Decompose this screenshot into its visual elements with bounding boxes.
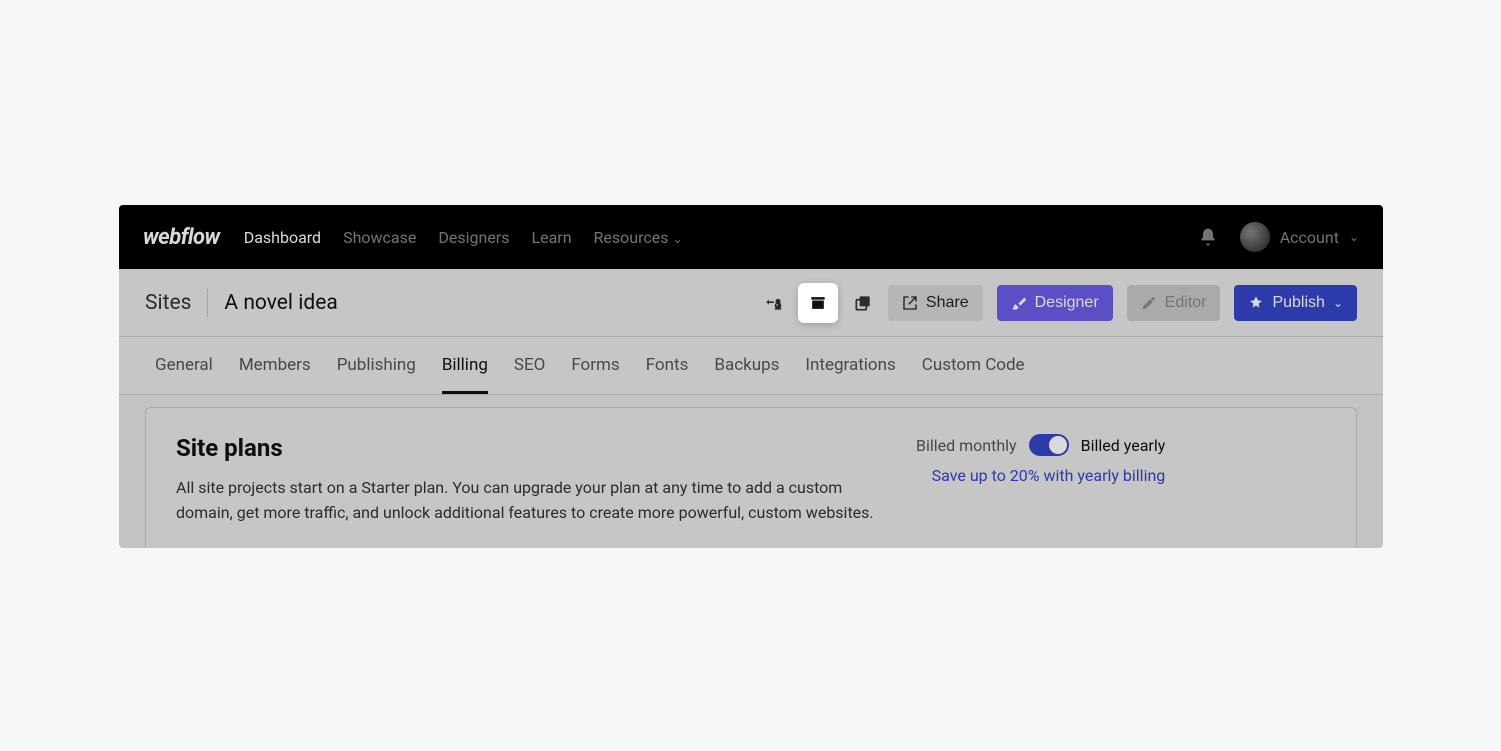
account-label: Account bbox=[1280, 228, 1339, 247]
tab-publishing[interactable]: Publishing bbox=[337, 355, 416, 394]
settings-tabs: General Members Publishing Billing SEO F… bbox=[119, 337, 1383, 395]
nav-dashboard[interactable]: Dashboard bbox=[244, 228, 321, 247]
billed-yearly-label: Billed yearly bbox=[1081, 436, 1166, 455]
nav-resources-label: Resources bbox=[594, 228, 669, 247]
nav-designers[interactable]: Designers bbox=[438, 228, 509, 247]
tab-backups[interactable]: Backups bbox=[714, 355, 779, 394]
publish-button[interactable]: Publish ⌄ bbox=[1234, 285, 1357, 321]
tab-fonts[interactable]: Fonts bbox=[646, 355, 689, 394]
billing-cycle-toggle-row: Billed monthly Billed yearly bbox=[916, 434, 1165, 456]
tab-seo[interactable]: SEO bbox=[514, 355, 545, 394]
tab-forms[interactable]: Forms bbox=[571, 355, 619, 394]
nav-showcase[interactable]: Showcase bbox=[343, 228, 416, 247]
share-icon bbox=[902, 295, 918, 311]
tab-custom-code[interactable]: Custom Code bbox=[922, 355, 1025, 394]
chevron-down-icon: ⌄ bbox=[672, 232, 682, 246]
webflow-logo[interactable]: webflow bbox=[143, 225, 220, 250]
chevron-down-icon: ⌄ bbox=[1333, 296, 1343, 310]
page-title: A novel idea bbox=[224, 291, 337, 315]
duplicate-icon[interactable] bbox=[852, 292, 874, 314]
site-plans-title: Site plans bbox=[176, 434, 876, 462]
rocket-icon bbox=[1248, 295, 1264, 311]
notifications-icon[interactable] bbox=[1198, 227, 1218, 247]
tab-integrations[interactable]: Integrations bbox=[805, 355, 895, 394]
app-window: webflow Dashboard Showcase Designers Lea… bbox=[119, 205, 1383, 548]
yearly-promo-text: Save up to 20% with yearly billing bbox=[916, 466, 1165, 485]
site-plans-card: Site plans All site projects start on a … bbox=[145, 407, 1357, 548]
tab-billing[interactable]: Billing bbox=[442, 355, 488, 394]
brush-icon bbox=[1011, 295, 1027, 311]
transfer-icon[interactable] bbox=[762, 292, 784, 314]
nav-resources[interactable]: Resources ⌄ bbox=[594, 228, 683, 247]
editor-button: Editor bbox=[1127, 285, 1221, 321]
archive-button[interactable] bbox=[798, 283, 838, 323]
editor-label: Editor bbox=[1165, 294, 1207, 312]
site-toolbar: Sites A novel idea Share Designer Editor bbox=[119, 269, 1383, 337]
publish-label: Publish bbox=[1272, 294, 1324, 312]
pencil-icon bbox=[1141, 295, 1157, 311]
site-plans-description: All site projects start on a Starter pla… bbox=[176, 476, 876, 526]
designer-label: Designer bbox=[1035, 294, 1099, 312]
billed-monthly-label: Billed monthly bbox=[916, 436, 1017, 455]
breadcrumb-root[interactable]: Sites bbox=[145, 291, 191, 315]
share-label: Share bbox=[926, 294, 969, 312]
account-menu[interactable]: Account ⌄ bbox=[1240, 222, 1359, 252]
divider bbox=[207, 289, 208, 317]
chevron-down-icon: ⌄ bbox=[1349, 230, 1359, 244]
tab-general[interactable]: General bbox=[155, 355, 213, 394]
avatar bbox=[1240, 222, 1270, 252]
nav-learn[interactable]: Learn bbox=[531, 228, 571, 247]
breadcrumb: Sites A novel idea bbox=[145, 289, 338, 317]
share-button[interactable]: Share bbox=[888, 285, 983, 321]
designer-button[interactable]: Designer bbox=[997, 285, 1113, 321]
tab-members[interactable]: Members bbox=[239, 355, 311, 394]
billing-cycle-toggle[interactable] bbox=[1029, 434, 1069, 456]
global-nav: webflow Dashboard Showcase Designers Lea… bbox=[119, 205, 1383, 269]
